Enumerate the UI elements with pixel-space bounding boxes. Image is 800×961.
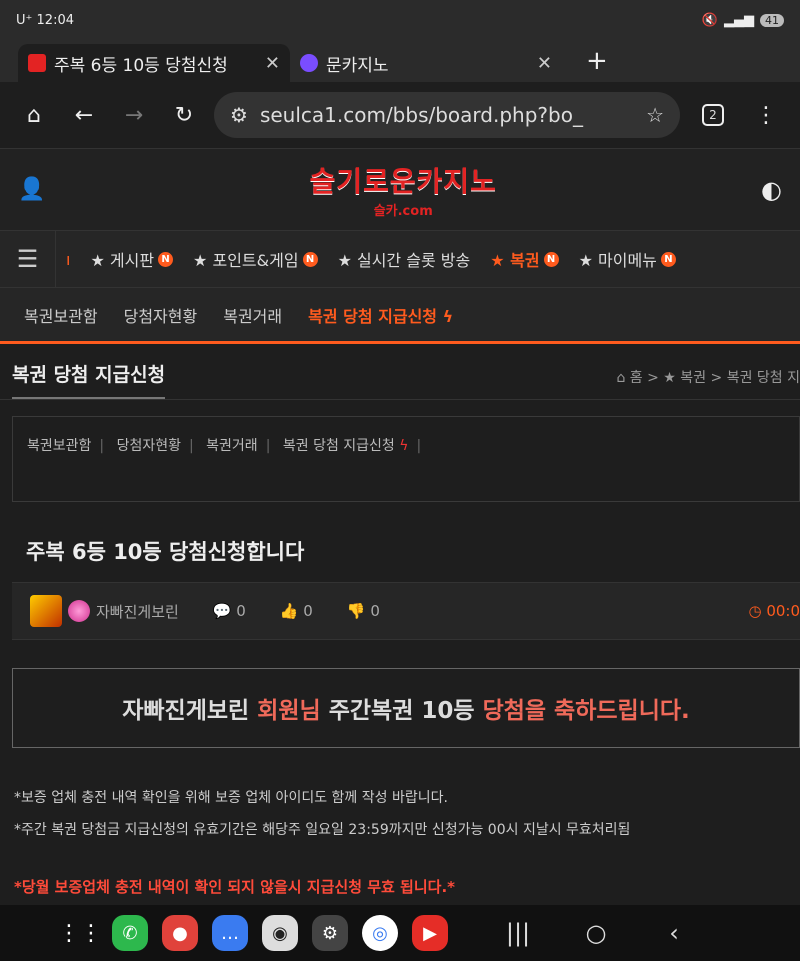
camera-app-icon[interactable]: ◉ (262, 915, 298, 951)
tab-title: 문카지노 (326, 55, 389, 76)
category-claim[interactable]: 복권 당첨 지급신청 ϟ (283, 438, 409, 454)
site-favicon-icon (28, 54, 46, 72)
notes: *보증 업체 충전 내역 확인을 위해 보증 업체 아이디도 함께 작성 바랍니… (0, 748, 800, 846)
tab-switcher-button[interactable]: 2 (702, 104, 724, 126)
site-settings-icon[interactable]: ⚙ (230, 103, 248, 127)
category-storage[interactable]: 복권보관함 (27, 438, 91, 454)
post-meta: 자빠진게보린 💬 0 👍 0 👎 0 ◷ 00:0 (12, 582, 800, 640)
back-button-icon[interactable]: ‹ (654, 919, 694, 947)
subnav-trade[interactable]: 복권거래 (223, 303, 282, 327)
url-text: seulca1.com/bbs/board.php?bo_ (259, 103, 583, 127)
battery-indicator: 41 (760, 13, 784, 27)
site-favicon-icon (300, 54, 318, 72)
category-box: 복권보관함 | 당첨자현황 | 복권거래 | 복권 당첨 지급신청 ϟ | (12, 416, 800, 502)
home-icon: ⌂ (616, 370, 626, 386)
browser-tabs: 주복 6등 10등 당첨신청 ✕ 문카지노 ✕ + (0, 40, 800, 82)
nav-item-live[interactable]: ★ 실시간 슬롯 방송 (338, 247, 471, 271)
level-icon (68, 600, 90, 622)
post-author[interactable]: 자빠진게보린 (96, 601, 179, 622)
dislike-count[interactable]: 👎 0 (347, 602, 380, 620)
clock-icon: ◷ (748, 602, 762, 620)
signal-icon: ▂▄▆ (724, 12, 754, 28)
clock: 12:04 (36, 12, 74, 28)
nav-item-points[interactable]: ★ 포인트&게임 N (193, 247, 318, 271)
post-title: 주복 6등 10등 당첨신청합니다 (26, 540, 305, 564)
status-bar: U⁺ 12:04 🔇 ▂▄▆ 41 (0, 0, 800, 40)
nav-divider: ı (66, 249, 71, 269)
lightning-icon: ϟ (442, 306, 454, 326)
category-trade[interactable]: 복권거래 (206, 438, 258, 454)
contacts-app-icon[interactable]: ● (162, 915, 198, 951)
post-time: ◷ 00:0 (748, 602, 800, 620)
page-header: 복권 당첨 지급신청 ⌂ 홈 > ★ 복권 > 복권 당첨 지 (0, 344, 800, 400)
avatar[interactable] (30, 595, 62, 627)
congrats-banner: 자빠진게보린 회원님 주간복권 10등 당첨을 축하드립니다. (12, 668, 800, 748)
bookmark-star-icon[interactable]: ☆ (646, 103, 664, 127)
youtube-app-icon[interactable]: ▶ (412, 915, 448, 951)
carrier: U⁺ (16, 12, 33, 28)
reload-icon[interactable]: ↻ (164, 103, 204, 128)
messages-app-icon[interactable]: … (212, 915, 248, 951)
subnav-claim[interactable]: 복권 당첨 지급신청 ϟ (308, 303, 453, 327)
close-tab-icon[interactable]: ✕ (265, 53, 280, 74)
address-bar[interactable]: ⚙ seulca1.com/bbs/board.php?bo_ ☆ (214, 92, 680, 138)
subnav-storage[interactable]: 복권보관함 (24, 303, 98, 327)
theme-toggle-icon[interactable]: ◐ (761, 176, 782, 204)
sub-nav: 복권보관함 당첨자현황 복권거래 복권 당첨 지급신청 ϟ (0, 288, 800, 344)
thumbs-up-icon: 👍 (279, 602, 299, 620)
comment-icon: 💬 (212, 602, 232, 620)
warning-text: *당월 보증업체 충전 내역이 확인 되지 않을시 지급신청 무효 됩니다.* (14, 878, 455, 896)
home-button-icon[interactable]: ○ (576, 919, 616, 947)
like-count[interactable]: 👍 0 (280, 602, 313, 620)
breadcrumb: ⌂ 홈 > ★ 복권 > 복권 당첨 지 (616, 370, 800, 386)
settings-app-icon[interactable]: ⚙ (312, 915, 348, 951)
page-title: 복권 당첨 지급신청 (12, 360, 166, 399)
subnav-winners[interactable]: 당첨자현황 (124, 303, 198, 327)
main-nav: ☰ ı ★ 게시판 N ★ 포인트&게임 N ★ 실시간 슬롯 방송 ★ 복권 N ★… (0, 230, 800, 288)
chrome-app-icon[interactable]: ◎ (362, 915, 398, 951)
user-icon[interactable]: 👤 (18, 177, 45, 202)
forward-icon[interactable]: → (114, 103, 154, 128)
mute-icon: 🔇 (701, 12, 718, 28)
browser-toolbar: ⌂ ← → ↻ ⚙ seulca1.com/bbs/board.php?bo_ … (0, 82, 800, 148)
lightning-icon: ϟ (399, 438, 409, 454)
tab-active[interactable]: 주복 6등 10등 당첨신청 ✕ (18, 44, 290, 82)
tab-inactive[interactable]: 문카지노 ✕ (290, 44, 562, 82)
site-logo[interactable]: 슬기로운카지노 슬카.com (310, 160, 497, 219)
back-icon[interactable]: ← (64, 103, 104, 128)
new-tab-button[interactable]: + (586, 46, 608, 76)
thumbs-down-icon: 👎 (346, 602, 366, 620)
note-line: *주간 복권 당첨금 지급신청의 유효기간은 해당주 일요일 23:59까지만 … (14, 822, 631, 838)
nav-item-board[interactable]: ★ 게시판 N (90, 247, 174, 271)
recents-icon[interactable]: ||| (498, 919, 538, 947)
hamburger-menu-icon[interactable]: ☰ (0, 231, 56, 287)
nav-item-mymenu[interactable]: ★ 마이메뉴 N (579, 247, 676, 271)
tab-title: 주복 6등 10등 당첨신청 (54, 55, 228, 76)
category-winners[interactable]: 당첨자현황 (117, 438, 181, 454)
more-menu-icon[interactable]: ⋮ (746, 103, 786, 128)
nav-item-lottery[interactable]: ★ 복권 N (490, 247, 559, 271)
comment-count: 💬 0 (212, 602, 246, 620)
android-taskbar: ⋮⋮ ✆ ● … ◉ ⚙ ◎ ▶ ||| ○ ‹ (0, 905, 800, 961)
site-header: 👤 슬기로운카지노 슬카.com ◐ (0, 148, 800, 230)
phone-app-icon[interactable]: ✆ (112, 915, 148, 951)
close-tab-icon[interactable]: ✕ (537, 53, 552, 74)
note-line: *보증 업체 충전 내역 확인을 위해 보증 업체 아이디도 함께 작성 바랍니… (14, 790, 448, 806)
home-icon[interactable]: ⌂ (14, 103, 54, 128)
apps-grid-icon[interactable]: ⋮⋮ (58, 915, 102, 951)
